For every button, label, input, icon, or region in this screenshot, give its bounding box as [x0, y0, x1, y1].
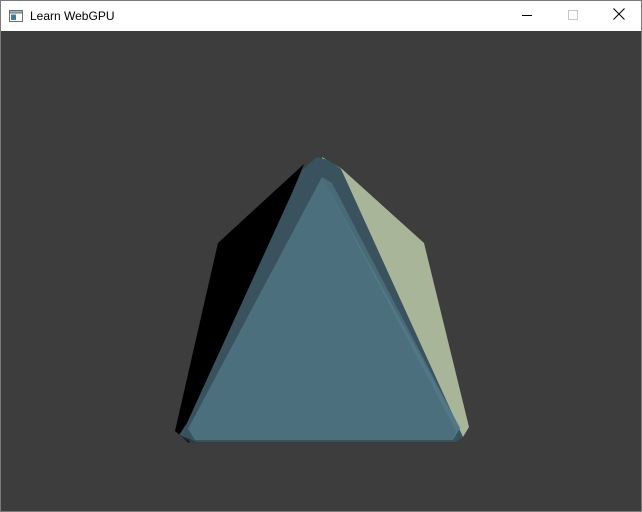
app-window: Learn WebGPU: [0, 0, 642, 512]
render-surface: [1, 31, 641, 511]
title-bar[interactable]: Learn WebGPU: [1, 1, 641, 31]
close-icon: [613, 7, 625, 25]
close-button[interactable]: [596, 1, 642, 31]
webgpu-canvas[interactable]: [1, 31, 641, 511]
minimize-button[interactable]: [504, 1, 550, 31]
minimize-icon: [522, 7, 532, 25]
maximize-icon: [568, 7, 578, 25]
app-window-icon: [9, 9, 23, 22]
window-title: Learn WebGPU: [30, 9, 115, 23]
maximize-button[interactable]: [550, 1, 596, 31]
